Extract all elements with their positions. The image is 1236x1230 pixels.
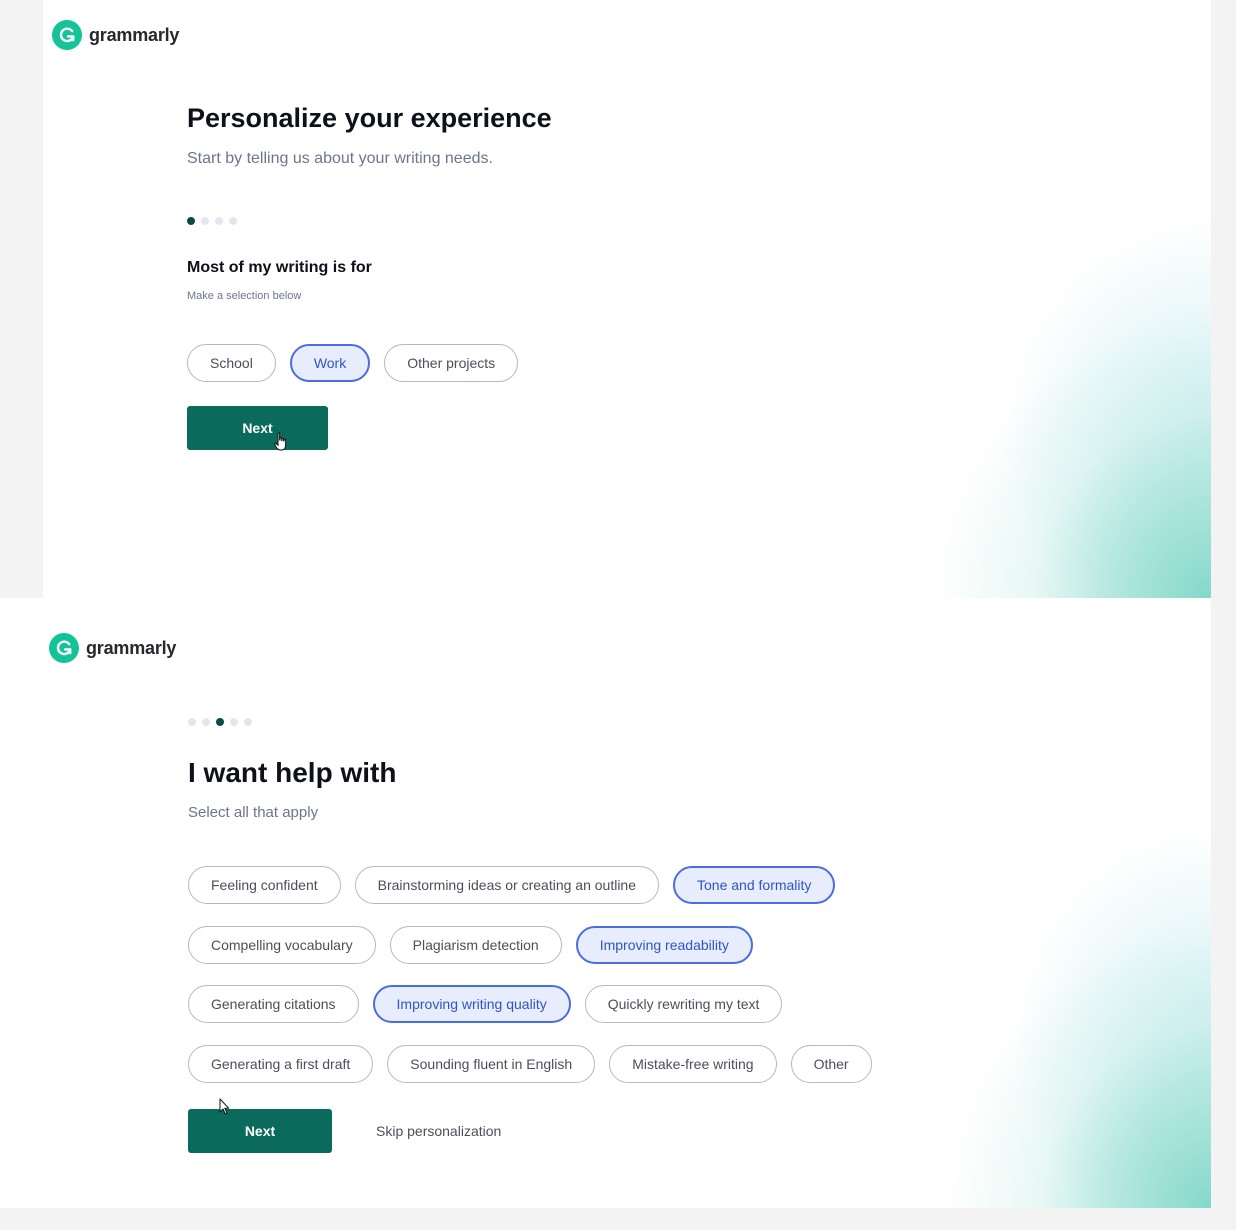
page-title: Personalize your experience [187, 103, 552, 133]
skip-personalization-link[interactable]: Skip personalization [376, 1123, 501, 1139]
arrow-pointer-icon [219, 1098, 230, 1115]
help-options-row-2: Compelling vocabulary Plagiarism detecti… [188, 926, 753, 964]
grammarly-logo[interactable]: grammarly [49, 633, 176, 663]
hand-pointer-icon [274, 432, 287, 451]
question-hint: Make a selection below [187, 290, 302, 302]
progress-dots [187, 217, 237, 225]
writing-purpose-options: School Work Other projects [187, 344, 519, 382]
option-quickly-rewriting[interactable]: Quickly rewriting my text [584, 985, 783, 1023]
option-compelling-vocabulary[interactable]: Compelling vocabulary [188, 926, 376, 964]
next-button[interactable]: Next [187, 406, 328, 450]
option-other[interactable]: Other [790, 1045, 872, 1083]
next-button[interactable]: Next [188, 1109, 332, 1153]
grammarly-g-icon [49, 633, 79, 663]
option-work[interactable]: Work [289, 344, 371, 382]
progress-dots [188, 718, 252, 726]
option-generating-citations[interactable]: Generating citations [188, 985, 359, 1023]
option-school[interactable]: School [187, 344, 276, 382]
help-options-row-4: Generating a first draft Sounding fluent… [188, 1045, 872, 1083]
progress-dot-1 [188, 718, 196, 726]
page-subtitle: Select all that apply [188, 804, 319, 821]
progress-dot-1 [187, 217, 195, 225]
question-heading: Most of my writing is for [187, 259, 372, 276]
progress-dot-2 [201, 217, 209, 225]
page-subtitle: Start by telling us about your writing n… [187, 150, 493, 167]
grammarly-g-icon [52, 20, 82, 50]
progress-dot-5 [244, 718, 252, 726]
progress-dot-4 [229, 217, 237, 225]
page-title: I want help with [188, 757, 397, 788]
option-improving-writing-quality[interactable]: Improving writing quality [372, 985, 571, 1023]
option-sounding-fluent[interactable]: Sounding fluent in English [387, 1045, 596, 1083]
help-options-row-3: Generating citations Improving writing q… [188, 985, 783, 1023]
progress-dot-4 [230, 718, 238, 726]
background-gradient [771, 808, 1211, 1208]
option-improving-readability[interactable]: Improving readability [575, 926, 753, 964]
option-mistake-free-writing[interactable]: Mistake-free writing [609, 1045, 777, 1083]
grammarly-logo[interactable]: grammarly [52, 20, 179, 50]
option-generating-first-draft[interactable]: Generating a first draft [188, 1045, 374, 1083]
help-with-screen: grammarly I want help with Select all th… [0, 598, 1211, 1208]
option-plagiarism-detection[interactable]: Plagiarism detection [389, 926, 562, 964]
progress-dot-2 [202, 718, 210, 726]
option-tone-and-formality[interactable]: Tone and formality [673, 866, 836, 904]
option-feeling-confident[interactable]: Feeling confident [188, 866, 341, 904]
option-other-projects[interactable]: Other projects [384, 344, 519, 382]
progress-dot-3 [215, 217, 223, 225]
progress-dot-3 [216, 718, 224, 726]
logo-wordmark: grammarly [89, 24, 180, 45]
background-gradient [751, 198, 1211, 598]
option-brainstorming[interactable]: Brainstorming ideas or creating an outli… [354, 866, 660, 904]
logo-wordmark: grammarly [86, 637, 177, 658]
help-options-row-1: Feeling confident Brainstorming ideas or… [188, 866, 836, 904]
personalize-screen: grammarly Personalize your experience St… [43, 0, 1211, 598]
